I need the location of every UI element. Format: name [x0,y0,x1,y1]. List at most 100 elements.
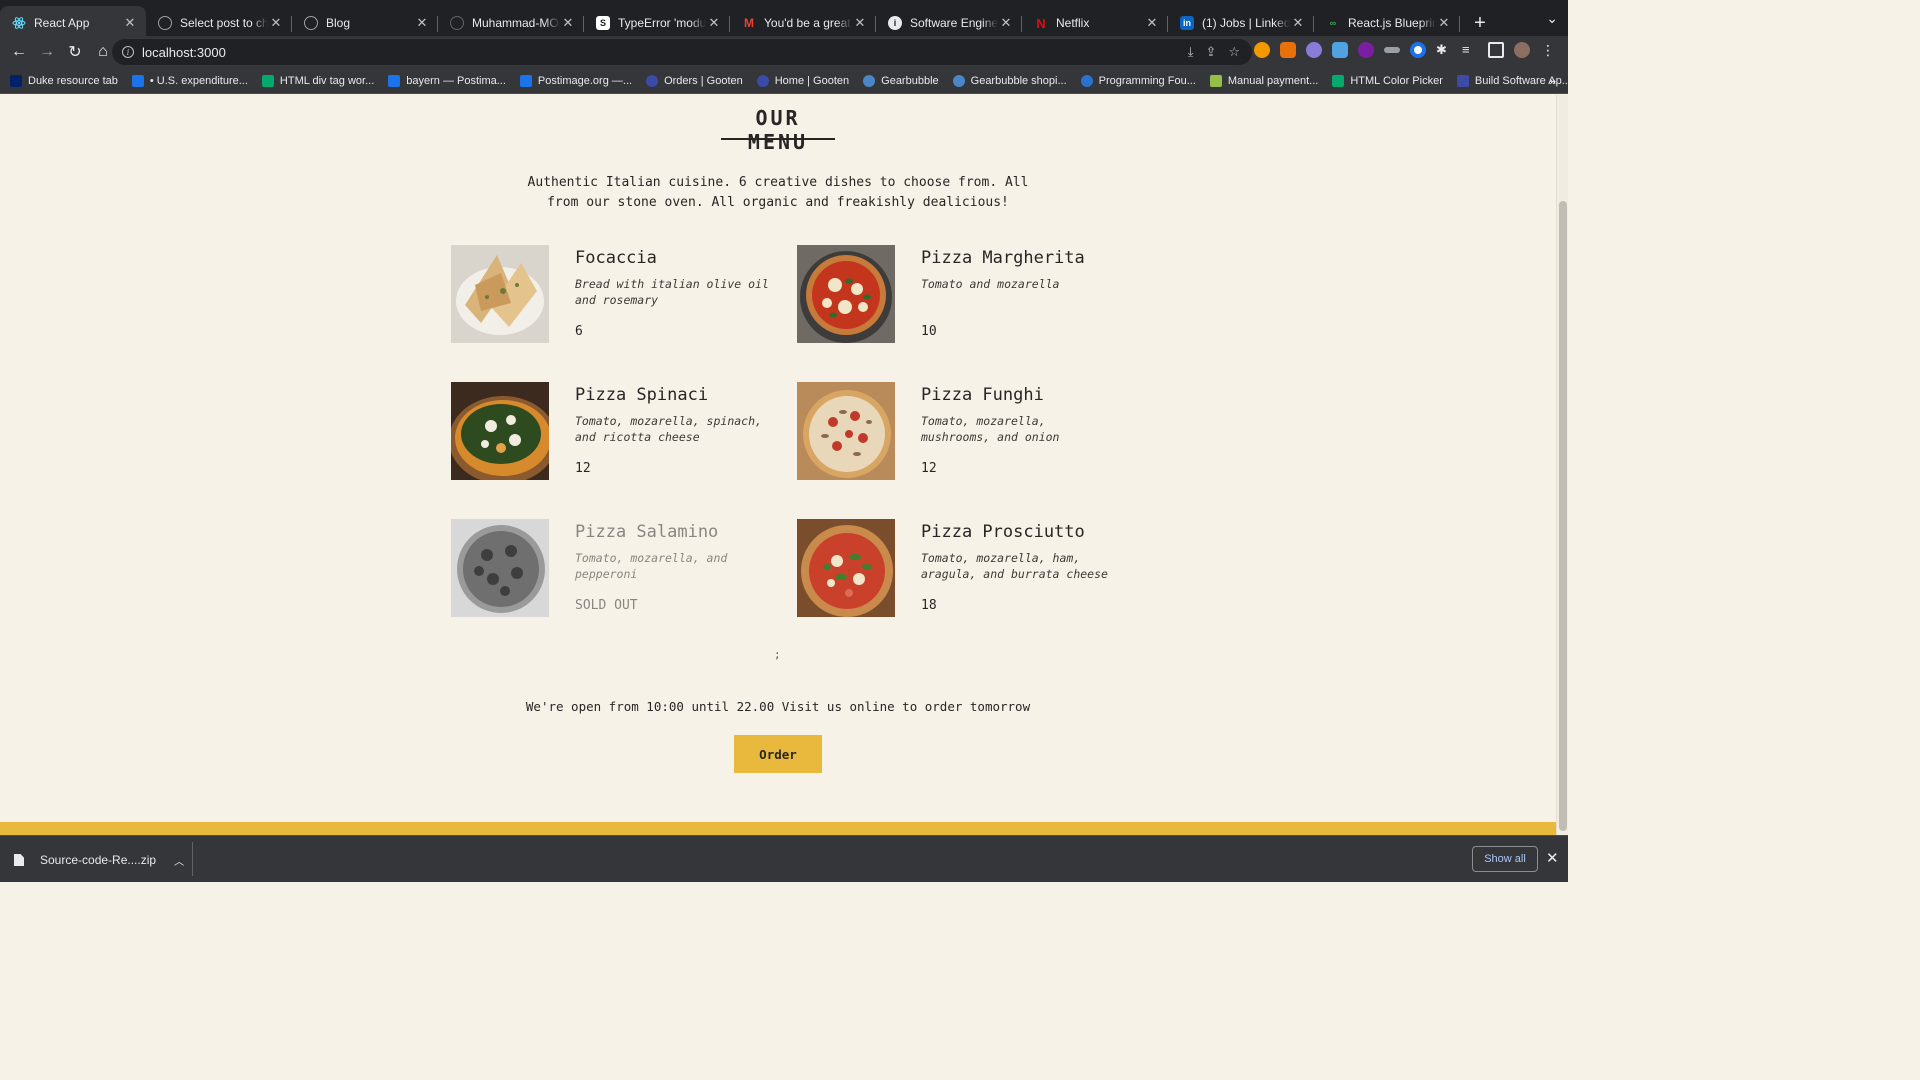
footer-bar [0,822,1556,835]
bookmark-favicon [863,74,876,87]
media-icon[interactable]: ≡ [1462,42,1478,58]
tab-title: React App [34,16,90,30]
show-all-button[interactable]: Show all [1472,846,1538,872]
download-bar: Source-code-Re....zip ︿ Show all ✕ [0,835,1568,882]
globe-icon [158,16,172,30]
react-icon [12,16,26,30]
bookmark-favicon [756,74,769,87]
extension-purple-icon[interactable] [1306,42,1322,58]
download-item[interactable]: Source-code-Re....zip ︿ [14,848,184,872]
tab-close-icon[interactable]: ✕ [1144,15,1160,31]
menu-item-margherita: Pizza Margherita Tomato and mozarella 10 [797,245,1127,343]
reload-icon[interactable]: ↻ [62,39,88,65]
tab-title: You'd be a great fit for [764,16,852,30]
prosciutto-photo [797,519,895,617]
new-tab-button[interactable]: + [1466,6,1494,40]
tab-close-icon[interactable]: ✕ [852,15,868,31]
tab-close-icon[interactable]: ✕ [1290,15,1306,31]
bookmark-item[interactable]: Postimage.org —... [519,74,633,87]
tab-title: (1) Jobs | LinkedIn [1202,16,1290,30]
netflix-icon: N [1036,15,1046,31]
bookmark-label: HTML div tag wor... [279,74,375,87]
file-icon [14,854,24,866]
extension-gray-icon[interactable] [1384,47,1400,53]
bookmark-item[interactable]: Home | Gooten [756,74,849,87]
more-bookmarks-icon[interactable]: » [1549,74,1556,88]
extension-circle-icon[interactable] [1410,42,1426,58]
tab-close-icon[interactable]: ✕ [706,15,722,31]
install-icon[interactable]: ⤓ [1188,44,1194,60]
close-icon[interactable]: ✕ [1546,849,1559,867]
item-price: 18 [921,598,937,613]
scrollbar-thumb[interactable] [1559,201,1567,831]
bookmark-favicon [1209,74,1222,87]
tab-netflix[interactable]: N Netflix ✕ [1022,6,1168,40]
forward-arrow-icon[interactable]: → [34,39,60,65]
bookmark-item[interactable]: Gearbubble shopi... [952,74,1067,87]
sidebar-icon[interactable] [1488,42,1504,58]
menu-intro: Authentic Italian cuisine. 6 creative di… [527,175,1029,210]
bookmark-item[interactable]: HTML div tag wor... [261,74,375,87]
bookmark-label: Postimage.org —... [537,74,633,87]
kebab-menu-icon[interactable]: ⋮ [1540,42,1556,58]
bookmark-item[interactable]: • U.S. expenditure... [131,74,248,87]
bookmark-favicon [10,74,22,87]
bookmark-item[interactable]: HTML Color Picker [1332,74,1443,87]
tab-software-engineer[interactable]: i Software Engineer - ✕ [876,6,1022,40]
bookmark-item[interactable]: Duke resource tab [10,74,118,87]
puzzle-icon[interactable]: ✱ [1436,42,1452,58]
menu-item-spinaci: Pizza Spinaci Tomato, mozarella, spinach… [451,382,781,480]
bookmark-item[interactable]: Programming Fou... [1080,74,1196,87]
share-icon[interactable]: ⇪ [1205,44,1216,60]
bookmark-label: HTML Color Picker [1350,74,1443,87]
tab-linkedin[interactable]: in (1) Jobs | LinkedIn ✕ [1168,6,1314,40]
bookmark-favicon [261,74,274,87]
menu-item-funghi: Pizza Funghi Tomato, mozarella, mushroom… [797,382,1127,480]
download-separator [192,842,193,876]
site-info-icon[interactable]: i [122,46,134,58]
back-arrow-icon[interactable]: ← [6,39,32,65]
tab-github[interactable]: Muhammad-MO/Pizza ✕ [438,6,584,40]
avatar[interactable] [1514,42,1530,58]
tab-react-app[interactable]: React App ✕ [0,6,146,40]
funghi-photo [797,382,895,480]
tab-close-icon[interactable]: ✕ [122,15,138,31]
address-bar[interactable]: i localhost:3000 ⤓ ⇪ ☆ [112,39,1252,65]
order-button[interactable]: Order [734,735,822,773]
tab-close-icon[interactable]: ✕ [414,15,430,31]
tab-search-chevron-icon[interactable]: ⌄ [1546,10,1558,27]
extensions-area: ✱ ≡ ⋮ [1254,42,1556,58]
bookmark-item[interactable]: Orders | Gooten [646,74,743,87]
bookmark-item[interactable]: Gearbubble [863,74,939,87]
tab-close-icon[interactable]: ✕ [998,15,1014,31]
bookmark-label: Gearbubble [881,74,939,87]
title-underline [721,138,835,140]
item-name: Focaccia [575,248,657,268]
tab-blog[interactable]: Blog ✕ [292,6,438,40]
bookmark-item[interactable]: Manual payment... [1209,74,1318,87]
tab-strip: React App ✕ Select post to change ✕ Blog… [0,0,1568,40]
menu-item-prosciutto: Pizza Prosciutto Tomato, mozarella, ham,… [797,519,1127,617]
chevron-up-icon[interactable]: ︿ [174,853,184,868]
bookmark-favicon [388,74,401,87]
margherita-photo [797,245,895,343]
tab-gmail[interactable]: M You'd be a great fit for ✕ [730,6,876,40]
bookmarks-bar: Duke resource tab • U.S. expenditure... … [0,68,1568,94]
browser-toolbar: ← → ↻ ⌂ i localhost:3000 ⤓ ⇪ ☆ ✱ ≡ ⋮ [0,36,1568,68]
extension-pinterest-icon[interactable] [1358,42,1374,58]
tab-react-blueprint[interactable]: ∞ React.js Blueprint Template ✕ [1314,6,1460,40]
focaccia-photo [451,245,549,343]
bookmark-star-icon[interactable]: ☆ [1228,44,1240,60]
extension-fox-icon[interactable] [1280,42,1296,58]
extension-blue-icon[interactable] [1332,42,1348,58]
tab-select-post[interactable]: Select post to change ✕ [146,6,292,40]
tab-close-icon[interactable]: ✕ [560,15,576,31]
bookmark-item[interactable]: bayern — Postima... [388,74,506,87]
tab-stackoverflow[interactable]: S TypeError 'module' object ✕ [584,6,730,40]
tab-close-icon[interactable]: ✕ [1436,15,1452,31]
page-scrollbar[interactable] [1556,95,1568,835]
extension-orange-icon[interactable] [1254,42,1270,58]
tab-title: Blog [326,16,351,30]
tab-close-icon[interactable]: ✕ [268,15,284,31]
bookmark-label: • U.S. expenditure... [149,74,248,87]
